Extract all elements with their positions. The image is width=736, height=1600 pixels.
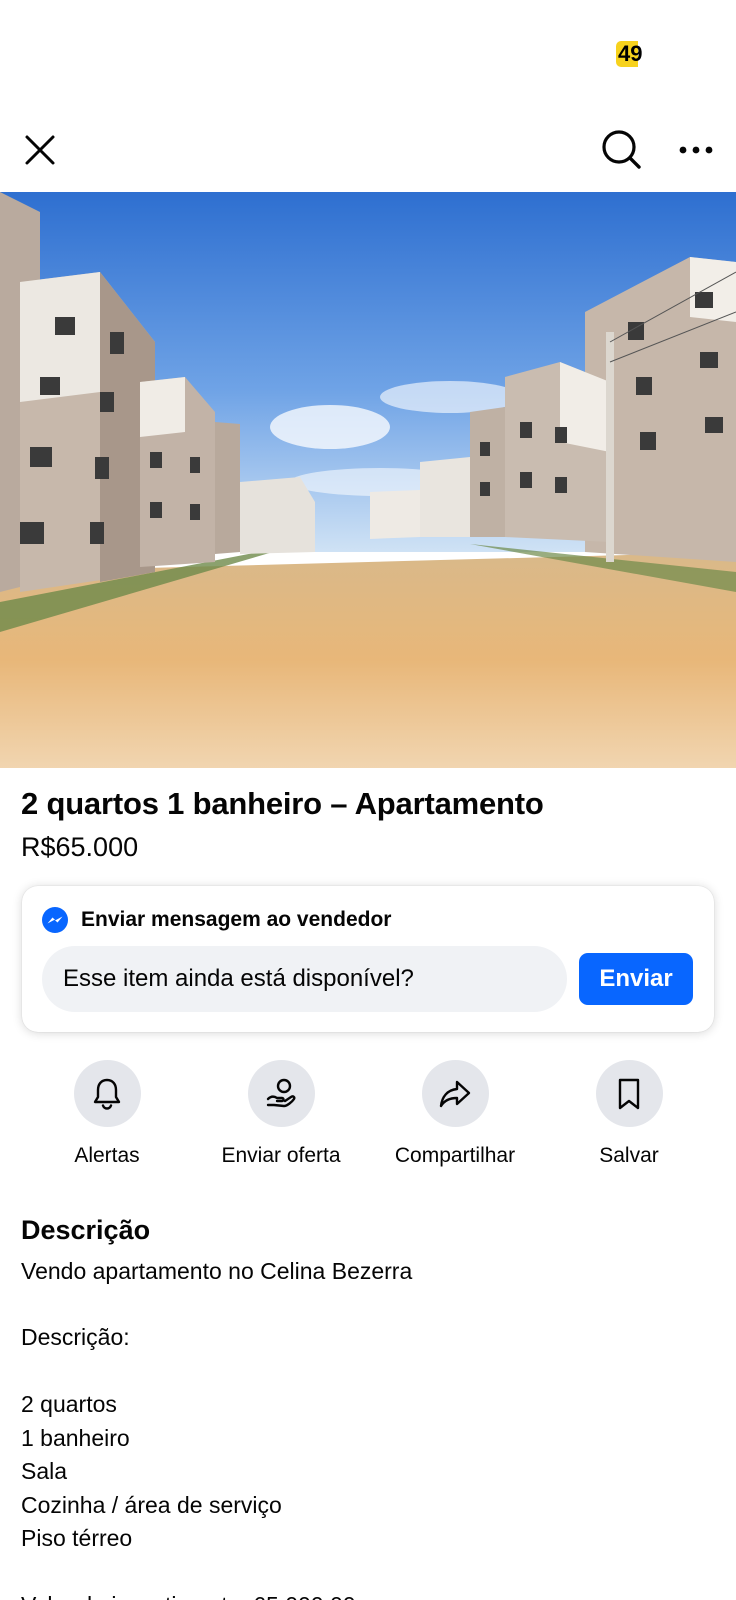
message-seller-header: Enviar mensagem ao vendedor [41, 905, 391, 935]
message-input[interactable]: Esse item ainda está disponível? [42, 946, 567, 1012]
listing-price: R$65.000 [21, 832, 139, 862]
description-line: Descrição: [21, 1324, 130, 1350]
save-button[interactable]: Salvar [542, 1060, 716, 1168]
search-button[interactable] [596, 124, 648, 176]
listing-photo[interactable] [0, 192, 736, 768]
close-icon [25, 135, 55, 165]
bell-icon [93, 1078, 121, 1110]
send-button[interactable]: Enviar [579, 953, 693, 1005]
listing-title: 2 quartos 1 banheiro – Apartamento [21, 786, 544, 821]
share-button[interactable]: Compartilhar [368, 1060, 542, 1168]
offer-hand-icon [266, 1078, 296, 1107]
description-line: Valor do investimento: 65.000,00 [21, 1592, 356, 1600]
share-label: Compartilhar [394, 1144, 516, 1167]
description-line: Piso térreo [21, 1525, 133, 1551]
send-offer-button[interactable]: Enviar oferta [194, 1060, 368, 1168]
description-line: 2 quartos [21, 1391, 117, 1417]
battery-indicator: 49 [616, 41, 645, 67]
send-offer-circle[interactable] [247, 1060, 315, 1127]
more-options-button[interactable] [670, 124, 722, 176]
description-line: Cozinha / área de serviço [21, 1492, 282, 1518]
description-line: 1 banheiro [21, 1425, 130, 1451]
search-icon [602, 130, 641, 169]
alerts-button[interactable]: Alertas [20, 1060, 194, 1168]
share-icon [439, 1080, 471, 1107]
message-seller-label: Enviar mensagem ao vendedor [81, 908, 392, 931]
action-row: Alertas Enviar oferta Compartilhar Salva… [0, 1060, 736, 1170]
send-offer-label: Enviar oferta [221, 1144, 341, 1167]
close-button[interactable] [14, 124, 66, 176]
message-seller-card: Enviar mensagem ao vendedor Esse item ai… [22, 886, 714, 1032]
bookmark-icon [618, 1078, 640, 1109]
listing-photo-illustration [0, 192, 736, 768]
status-bar: 49 [0, 0, 736, 110]
description-heading: Descrição [21, 1215, 151, 1245]
description-line: Vendo apartamento no Celina Bezerra [21, 1258, 413, 1284]
description-line: Sala [21, 1458, 68, 1484]
save-label: Salvar [599, 1144, 659, 1167]
more-icon [679, 146, 713, 154]
share-circle[interactable] [421, 1060, 489, 1127]
messenger-icon [42, 907, 68, 933]
alerts-circle[interactable] [73, 1060, 141, 1127]
save-circle[interactable] [595, 1060, 663, 1127]
alerts-label: Alertas [74, 1144, 140, 1167]
top-nav [0, 110, 736, 192]
